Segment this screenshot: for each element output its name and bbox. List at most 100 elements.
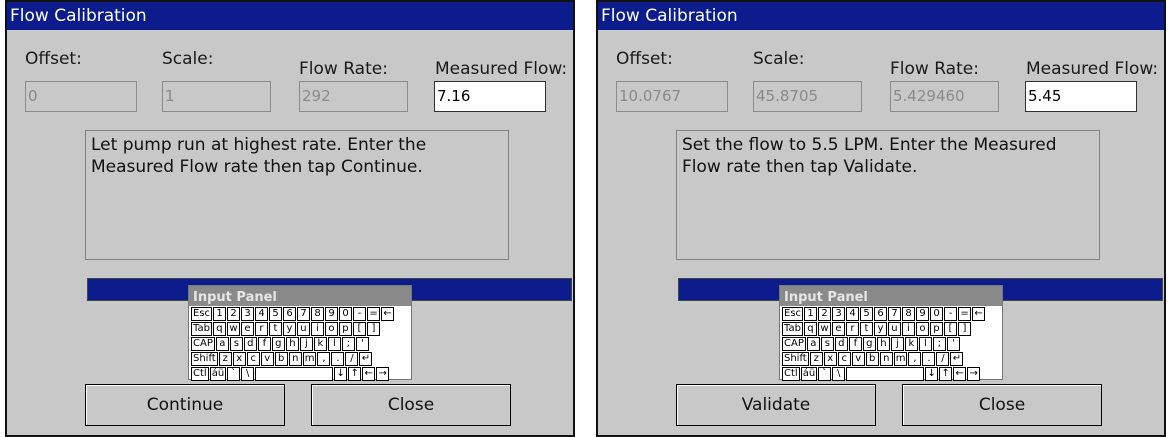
keyboard-key[interactable]: w [817,322,831,336]
keyboard-key[interactable]: 3 [832,307,846,321]
keyboard-key[interactable]: , [908,352,922,366]
keyboard-key[interactable]: , [317,352,331,366]
keyboard-key[interactable]: ' [355,337,369,351]
keyboard-key[interactable]: a [215,337,229,351]
keyboard-key[interactable]: l [918,337,932,351]
keyboard-key[interactable]: c [246,352,260,366]
keyboard-key[interactable]: Shift [191,352,218,366]
keyboard-key[interactable]: b [865,352,879,366]
keyboard-key[interactable]: e [240,322,254,336]
keyboard-key[interactable]: t [859,322,873,336]
keyboard-key[interactable]: u [296,322,310,336]
keyboard-key[interactable]: 6 [874,307,888,321]
input-panel[interactable]: Input Panel Esc 1 2 3 4 5 6 7 8 9 0- = ← Tab q w e r t y u i… [779,285,1003,381]
keyboard-key[interactable]: ↓ [334,367,348,381]
keyboard-key[interactable]: CAP [782,337,806,351]
keyboard-key[interactable]: h [876,337,890,351]
keyboard-key[interactable]: ' [946,337,960,351]
keyboard-key[interactable]: Tab [782,322,803,336]
keyboard-key[interactable]: j [890,337,904,351]
keyboard-key[interactable]: h [285,337,299,351]
keyboard-key[interactable]: Ctl [782,367,800,381]
keyboard-key[interactable]: q [803,322,817,336]
keyboard-key[interactable]: 0 [930,307,944,321]
keyboard-key[interactable]: / [936,352,950,366]
keyboard-key[interactable]: ↑ [348,367,362,381]
keyboard-key[interactable]: / [345,352,359,366]
keyboard-key[interactable]: t [268,322,282,336]
keyboard-key[interactable] [255,367,334,381]
keyboard-key[interactable]: 7 [888,307,902,321]
keyboard-key[interactable]: 1 [213,307,227,321]
close-button[interactable]: Close [311,384,511,426]
keyboard-key[interactable]: ← [362,367,376,381]
validate-button[interactable]: Validate [676,384,876,426]
keyboard-key[interactable]: 1 [804,307,818,321]
keyboard-key[interactable]: Shift [782,352,809,366]
keyboard-key[interactable]: a [806,337,820,351]
keyboard-key[interactable]: n [879,352,893,366]
keyboard-key[interactable]: 8 [902,307,916,321]
keyboard-key[interactable]: j [299,337,313,351]
keyboard-key[interactable]: 0 [339,307,353,321]
keyboard-key[interactable]: z [809,352,823,366]
keyboard-key[interactable]: f [257,337,271,351]
keyboard-key[interactable]: r [254,322,268,336]
keyboard-key[interactable]: ← [972,307,986,321]
keyboard-key[interactable]: k [904,337,918,351]
keyboard-key[interactable]: 2 [227,307,241,321]
keyboard-key[interactable]: o [324,322,338,336]
keyboard-key[interactable]: f [848,337,862,351]
keyboard-key[interactable]: m [893,352,908,366]
keyboard-key[interactable]: p [929,322,943,336]
keyboard-key[interactable]: 6 [283,307,297,321]
continue-button[interactable]: Continue [85,384,285,426]
keyboard-key[interactable]: x [232,352,246,366]
keyboard-key[interactable]: x [823,352,837,366]
keyboard-key[interactable]: l [327,337,341,351]
keyboard-key[interactable]: ↑ [939,367,953,381]
keyboard-key[interactable]: ↵ [950,352,964,366]
keyboard-key[interactable]: w [226,322,240,336]
keyboard-key[interactable]: áü [209,367,227,381]
keyboard-key[interactable]: Tab [191,322,212,336]
keyboard-key[interactable]: 5 [269,307,283,321]
keyboard-key[interactable]: . [331,352,345,366]
keyboard-key[interactable]: → [967,367,981,381]
keyboard-key[interactable]: b [274,352,288,366]
measured-flow-input[interactable]: 7.16 [434,81,546,112]
keyboard-key[interactable]: CAP [191,337,215,351]
keyboard-key[interactable]: v [260,352,274,366]
keyboard-key[interactable]: . [922,352,936,366]
keyboard-key[interactable]: d [243,337,257,351]
keyboard-key[interactable]: n [288,352,302,366]
input-panel[interactable]: Input Panel Esc 1 2 3 4 5 6 7 8 9 0- = ← Tab q w e r t y u i… [188,285,412,381]
keyboard-key[interactable]: ` [227,367,241,381]
keyboard-key[interactable]: s [820,337,834,351]
keyboard-key[interactable]: y [873,322,887,336]
keyboard-key[interactable]: q [212,322,226,336]
keyboard-key[interactable]: u [887,322,901,336]
keyboard-key[interactable]: \ [832,367,846,381]
keyboard-key[interactable]: ↵ [359,352,373,366]
keyboard-key[interactable]: c [837,352,851,366]
measured-flow-input[interactable]: 5.45 [1025,81,1137,112]
keyboard-key[interactable]: ` [818,367,832,381]
keyboard-key[interactable]: i [310,322,324,336]
keyboard-key[interactable]: → [376,367,390,381]
close-button[interactable]: Close [902,384,1102,426]
keyboard-key[interactable]: s [229,337,243,351]
keyboard-key[interactable]: ] [366,322,380,336]
keyboard-key[interactable]: [ [943,322,957,336]
keyboard-key[interactable]: v [851,352,865,366]
keyboard-key[interactable]: 9 [325,307,339,321]
keyboard-key[interactable]: ] [957,322,971,336]
keyboard-key[interactable]: ↓ [925,367,939,381]
keyboard-key[interactable]: \ [241,367,255,381]
keyboard-key[interactable]: 9 [916,307,930,321]
keyboard-key[interactable]: i [901,322,915,336]
keyboard-key[interactable]: = [367,307,381,321]
keyboard-key[interactable]: 4 [846,307,860,321]
keyboard-key[interactable]: 4 [255,307,269,321]
keyboard-key[interactable]: 7 [297,307,311,321]
